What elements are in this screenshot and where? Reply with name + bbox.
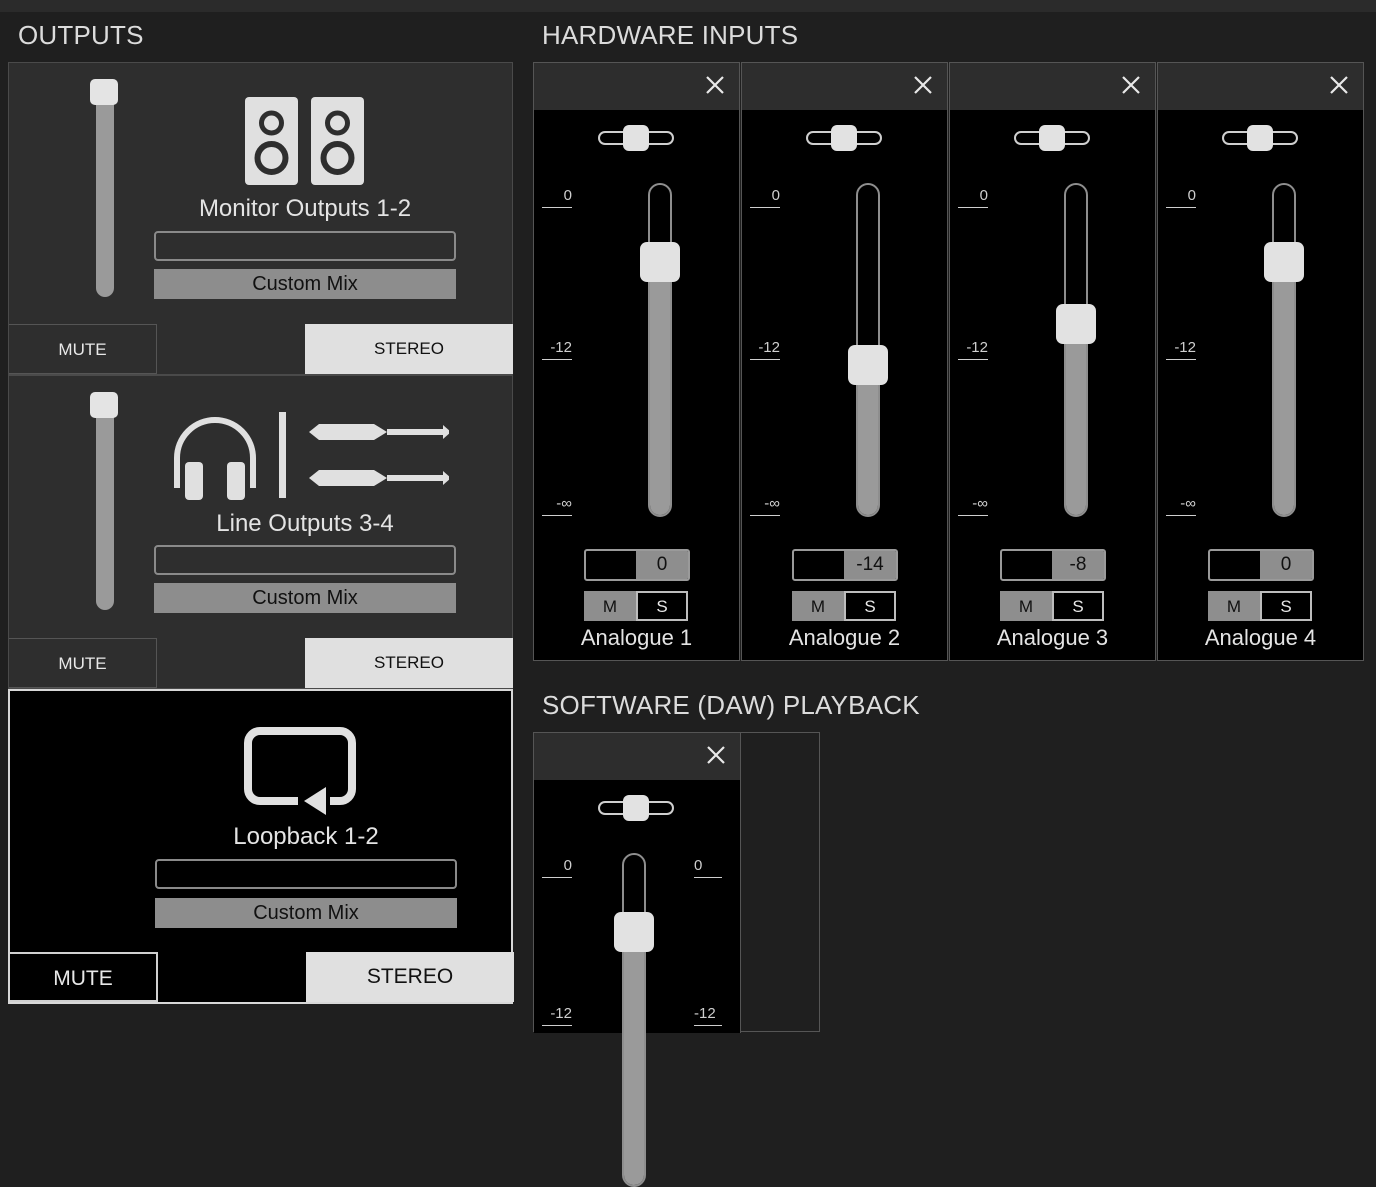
channel-name: Analogue 4 [1204, 625, 1317, 650]
volume-fader-track[interactable] [1064, 183, 1088, 517]
software-channel-strip[interactable]: 0 0 -12 -12 [534, 733, 741, 1187]
volume-fader-fill [624, 929, 644, 1185]
mute-button[interactable]: MUTE [9, 324, 157, 374]
output-panel-monitor[interactable]: Monitor Outputs 1-2 Custom Mix MUTE STER… [8, 62, 513, 375]
hardware-inputs-title: HARDWARE INPUTS [542, 20, 799, 50]
output-name-field[interactable] [154, 231, 456, 261]
volume-fader-handle[interactable] [1056, 303, 1096, 344]
custom-mix-button[interactable]: Custom Mix [155, 898, 457, 928]
gain-value: 0 [656, 554, 668, 575]
gain-value-field[interactable]: 0 [1208, 549, 1314, 581]
scale-label-0: 0 [750, 187, 780, 208]
volume-fader-track[interactable] [622, 853, 646, 1187]
scale-label-minus-infinity: -∞ [958, 495, 988, 516]
input-channel-strip[interactable]: 0 -12 -∞ 0 M S Analogue 1 [533, 62, 740, 661]
channel-solo-button[interactable]: S [1052, 591, 1104, 621]
software-playback-title: SOFTWARE (DAW) PLAYBACK [542, 690, 920, 720]
custom-mix-button[interactable]: Custom Mix [154, 583, 456, 613]
channel-name: Analogue 1 [580, 625, 693, 650]
input-channel-strip[interactable]: 0 -12 -∞ -14 M S Analogue 2 [741, 62, 948, 661]
scale-label-minus12: -12 [542, 1005, 572, 1026]
output-volume-fader-handle[interactable] [90, 392, 118, 418]
scale-label-0: 0 [542, 187, 572, 208]
scale-label-minus-infinity: -∞ [1166, 495, 1196, 516]
mute-solo-group: M S [1000, 591, 1104, 621]
scale-label-0: 0 [958, 187, 988, 208]
channel-solo-button[interactable]: S [844, 591, 896, 621]
close-icon[interactable] [1119, 73, 1143, 97]
scale-label-minus12: -12 [542, 339, 572, 360]
volume-fader-fill [650, 259, 670, 515]
volume-fader-fill [1274, 259, 1294, 515]
input-channel-strip[interactable]: 0 -12 -∞ -8 M S Analogue 3 [949, 62, 1156, 661]
close-icon[interactable] [911, 73, 935, 97]
stereo-button[interactable]: STEREO [305, 324, 513, 374]
output-name: Monitor Outputs 1-2 [198, 195, 412, 222]
outputs-title: OUTPUTS [18, 20, 144, 50]
mute-button[interactable]: MUTE [10, 952, 158, 1002]
channel-mute-button[interactable]: M [1000, 591, 1052, 621]
volume-fader-handle[interactable] [848, 344, 888, 385]
output-panel-line[interactable]: Line Outputs 3-4 Custom Mix MUTE STEREO [8, 375, 513, 689]
channel-mute-button[interactable]: M [792, 591, 844, 621]
output-volume-fader-track[interactable] [96, 81, 114, 297]
mute-solo-group: M S [584, 591, 688, 621]
scale-label-minus12: -12 [958, 339, 988, 360]
top-bar [0, 0, 1376, 12]
output-name-field[interactable] [154, 545, 456, 575]
close-icon[interactable] [703, 73, 727, 97]
scale-label-minus12-right: -12 [694, 1005, 722, 1026]
gain-value-field[interactable]: -8 [1000, 549, 1106, 581]
scale-label-0-right: 0 [694, 857, 722, 878]
mute-solo-group: M S [792, 591, 896, 621]
scale-label-minus12: -12 [750, 339, 780, 360]
gain-value-field[interactable]: -14 [792, 549, 898, 581]
output-name-field[interactable] [155, 859, 457, 889]
mute-solo-group: M S [1208, 591, 1312, 621]
output-name: Line Outputs 3-4 [216, 510, 394, 537]
pan-slider-handle[interactable] [623, 125, 649, 151]
scale-label-0: 0 [542, 857, 572, 878]
scale-label-minus-infinity: -∞ [750, 495, 780, 516]
pan-slider-handle[interactable] [623, 795, 649, 821]
channel-solo-button[interactable]: S [1260, 591, 1312, 621]
output-volume-fader-handle[interactable] [90, 79, 118, 105]
headphones-line-icon [174, 412, 449, 500]
scale-label-minus-infinity: -∞ [542, 495, 572, 516]
volume-fader-handle[interactable] [640, 241, 680, 282]
gain-value: 0 [1280, 554, 1292, 575]
channel-mute-button[interactable]: M [584, 591, 636, 621]
mute-button[interactable]: MUTE [9, 638, 157, 688]
gain-value: -14 [856, 554, 884, 575]
pan-slider-handle[interactable] [1247, 125, 1273, 151]
output-volume-fader-track[interactable] [96, 394, 114, 610]
output-panel-loopback[interactable]: Loopback 1-2 Custom Mix MUTE STEREO [8, 689, 514, 1004]
channel-name: Analogue 3 [996, 625, 1109, 650]
volume-fader-fill [858, 362, 878, 515]
gain-value-field[interactable]: 0 [584, 549, 690, 581]
pan-slider-handle[interactable] [831, 125, 857, 151]
output-name: Loopback 1-2 [233, 823, 379, 850]
volume-fader-handle[interactable] [1264, 241, 1304, 282]
software-playback-group: 0 0 -12 -12 [533, 732, 820, 1187]
channel-name: Analogue 2 [788, 625, 901, 650]
volume-fader-track[interactable] [648, 183, 672, 517]
scale-label-0: 0 [1166, 187, 1196, 208]
gain-value: -8 [1069, 554, 1087, 575]
pan-slider-handle[interactable] [1039, 125, 1065, 151]
input-channel-strip[interactable]: 0 -12 -∞ 0 M S Analogue 4 [1157, 62, 1364, 661]
volume-fader-fill [1066, 321, 1086, 515]
stereo-button[interactable]: STEREO [305, 638, 513, 688]
volume-fader-handle[interactable] [614, 911, 654, 952]
speakers-icon [245, 97, 364, 185]
close-icon[interactable] [704, 743, 728, 767]
scale-label-minus12: -12 [1166, 339, 1196, 360]
volume-fader-track[interactable] [1272, 183, 1296, 517]
close-icon[interactable] [1327, 73, 1351, 97]
custom-mix-button[interactable]: Custom Mix [154, 269, 456, 299]
channel-solo-button[interactable]: S [636, 591, 688, 621]
loopback-icon [244, 727, 356, 815]
stereo-button[interactable]: STEREO [306, 952, 514, 1002]
channel-mute-button[interactable]: M [1208, 591, 1260, 621]
